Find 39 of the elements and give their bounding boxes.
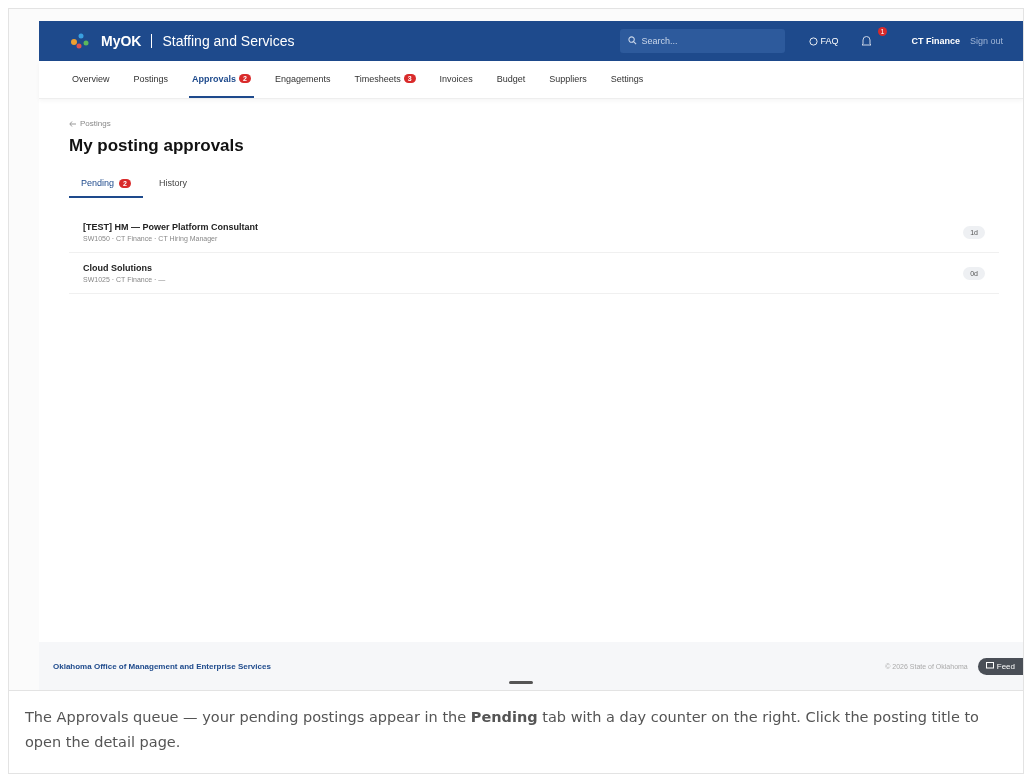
bell-icon[interactable] [860,35,872,47]
nav-tab-label: Timesheets [354,73,401,84]
nav-tab[interactable]: Settings [607,61,647,98]
back-link[interactable]: Postings [69,119,993,128]
caption-text: The Approvals queue — your pending postings appear in the Pending tab with a day counter on the right. Click the posting title to open the detail page. [8,690,1024,774]
nav-tab[interactable]: Overview [69,61,113,98]
search-field[interactable]: Search... [619,29,785,53]
posting-title[interactable]: [TEST] HM — Power Platform Consultant [83,222,964,232]
status-tab[interactable]: History [146,170,199,198]
tab-label: Pending [81,178,115,188]
nav-tab[interactable]: Invoices [436,61,476,98]
faq-link[interactable]: FAQ [808,36,839,46]
arrow-left-icon [69,120,76,127]
help-icon [808,36,818,46]
nav-tab-label: Postings [133,73,169,84]
nav-tab-label: Suppliers [549,73,587,84]
message-icon [985,662,994,670]
feedback-button[interactable]: Feed [977,657,1023,675]
brand-name[interactable]: MyOK [101,33,142,49]
nav-tab[interactable]: Suppliers [546,61,590,98]
nav-tab-label: Overview [72,73,110,84]
logo-icon [69,32,91,50]
nav-tab-label: Engagements [274,73,331,84]
nav-tab[interactable]: Postings [130,61,172,98]
tab-label: History [158,178,187,188]
sign-out-link[interactable]: Sign out [969,36,1003,46]
nav-tab-label: Approvals [192,73,237,84]
search-icon [627,36,637,45]
app-title: Staffing and Services [162,33,295,49]
nav-tab[interactable]: Budget [493,61,529,98]
nav-tab[interactable]: Engagements [271,61,334,98]
nav-tab-label: Invoices [439,73,473,84]
user-name: CT Finance [911,36,960,46]
drag-handle[interactable] [509,681,533,684]
nav-tab-label: Settings [610,73,644,84]
posting-title[interactable]: Cloud Solutions [83,263,964,273]
page-title: My posting approvals [69,136,245,156]
nav-tab-label: Budget [496,73,526,84]
agency-name: Oklahoma Office of Management and Enterprise Services [53,661,271,671]
